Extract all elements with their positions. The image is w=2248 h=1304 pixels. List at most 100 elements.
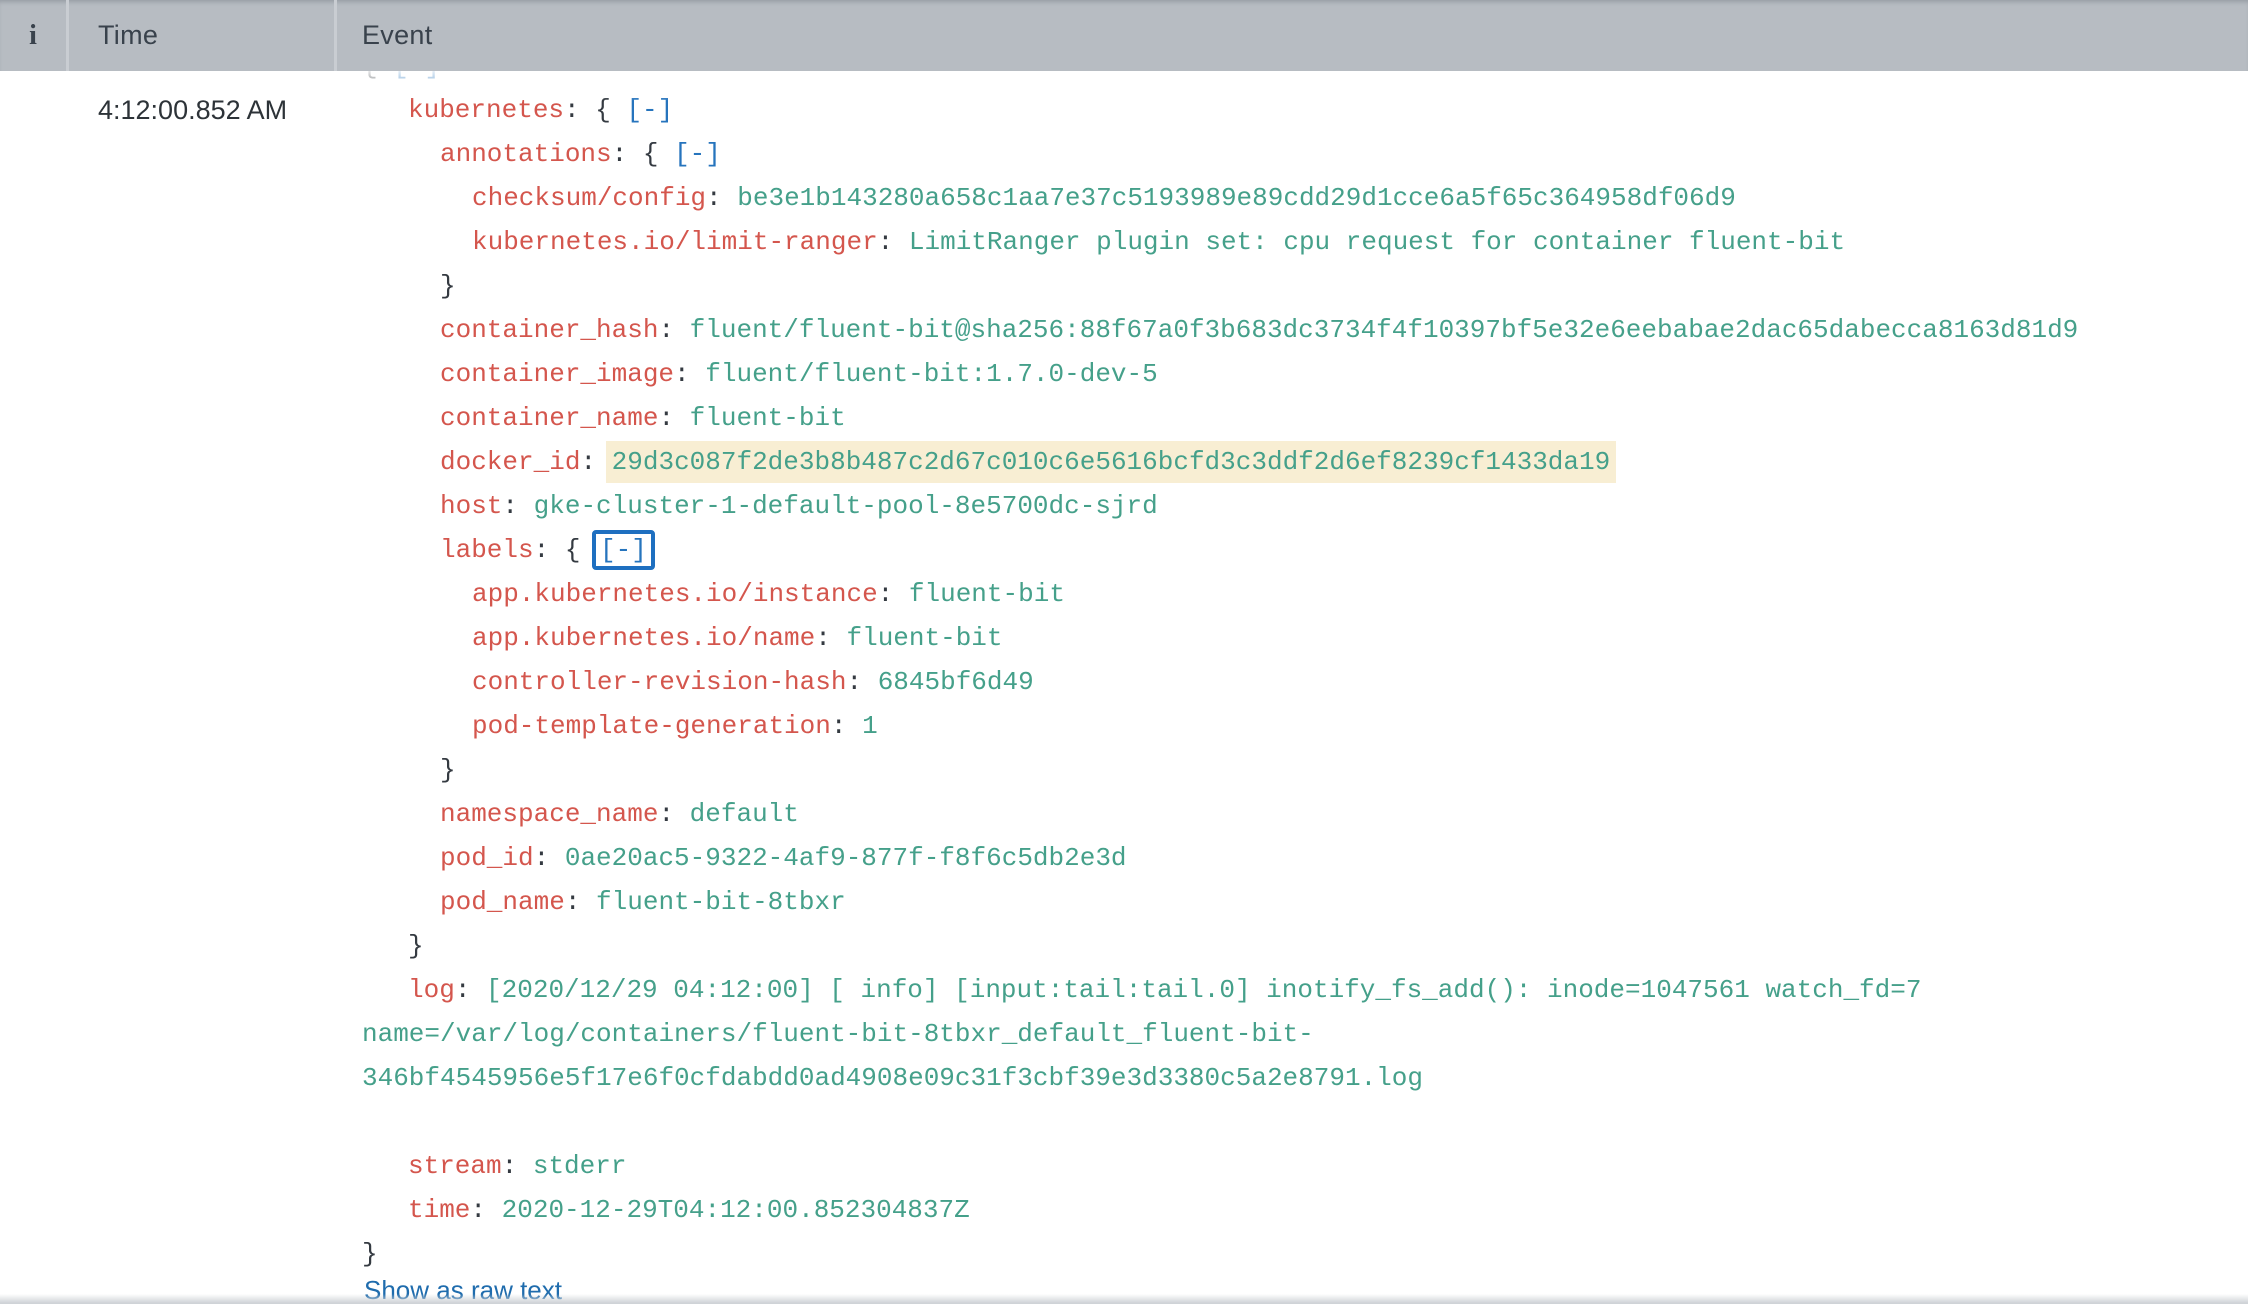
- json-key[interactable]: host: [440, 491, 502, 521]
- json-line: }: [0, 748, 2248, 792]
- json-key[interactable]: time: [408, 1195, 470, 1225]
- json-line: 346bf4545956e5f17e6f0cfdabdd0ad4908e09c3…: [0, 1056, 2248, 1100]
- json-value[interactable]: default: [690, 799, 799, 829]
- json-value[interactable]: stderr: [533, 1151, 627, 1181]
- json-key[interactable]: pod_id: [440, 843, 534, 873]
- json-punct: :: [815, 623, 846, 653]
- events-table-header: i Time Event: [0, 0, 2248, 71]
- json-key[interactable]: pod-template-generation: [472, 711, 831, 741]
- json-line: pod-template-generation: 1: [0, 704, 2248, 748]
- json-line: container_hash: fluent/fluent-bit@sha256…: [0, 308, 2248, 352]
- json-line: time: 2020-12-29T04:12:00.852304837Z: [0, 1188, 2248, 1232]
- json-key[interactable]: stream: [408, 1151, 502, 1181]
- json-line: container_image: fluent/fluent-bit:1.7.0…: [0, 352, 2248, 396]
- json-line: log: [2020/12/29 04:12:00] [ info] [inpu…: [0, 968, 2248, 1012]
- json-value[interactable]: LimitRanger plugin set: cpu request for …: [909, 227, 1845, 257]
- json-key[interactable]: kubernetes: [408, 95, 564, 125]
- json-value[interactable]: 2020-12-29T04:12:00.852304837Z: [502, 1195, 970, 1225]
- json-punct: :: [565, 887, 596, 917]
- json-value[interactable]: be3e1b143280a658c1aa7e37c5193989e89cdd29…: [737, 183, 1736, 213]
- json-punct: }: [408, 931, 424, 961]
- json-punct: :: [831, 711, 862, 741]
- json-line: container_name: fluent-bit: [0, 396, 2248, 440]
- json-punct: : {: [612, 139, 674, 169]
- json-line: [0, 1100, 2248, 1144]
- json-punct: :: [470, 1195, 501, 1225]
- json-value[interactable]: fluent/fluent-bit@sha256:88f67a0f3b683dc…: [690, 315, 2079, 345]
- json-key[interactable]: controller-revision-hash: [472, 667, 846, 697]
- json-punct: :: [658, 403, 689, 433]
- json-punct: :: [878, 227, 909, 257]
- json-tree: { [-]kubernetes: { [-]annotations: { [-]…: [0, 44, 2248, 1276]
- json-key[interactable]: labels: [440, 535, 534, 565]
- json-line: namespace_name: default: [0, 792, 2248, 836]
- json-line: annotations: { [-]: [0, 132, 2248, 176]
- json-key[interactable]: checksum/config: [472, 183, 706, 213]
- json-key[interactable]: kubernetes.io/limit-ranger: [472, 227, 878, 257]
- json-line: app.kubernetes.io/instance: fluent-bit: [0, 572, 2248, 616]
- json-line: kubernetes.io/limit-ranger: LimitRanger …: [0, 220, 2248, 264]
- row-bottom-border: [0, 1294, 2248, 1304]
- json-punct: :: [674, 359, 705, 389]
- json-line: labels: { [-]: [0, 528, 2248, 572]
- header-divider: [66, 0, 69, 71]
- json-value[interactable]: name=/var/log/containers/fluent-bit-8tbx…: [362, 1019, 1314, 1049]
- json-line: }: [0, 264, 2248, 308]
- header-divider: [334, 0, 337, 71]
- json-value[interactable]: 0ae20ac5-9322-4af9-877f-f8f6c5db2e3d: [565, 843, 1127, 873]
- json-value[interactable]: fluent-bit: [909, 579, 1065, 609]
- json-key[interactable]: container_hash: [440, 315, 658, 345]
- event-column-header: Event: [362, 0, 433, 71]
- collapse-toggle[interactable]: [-]: [600, 535, 647, 565]
- json-value[interactable]: fluent/fluent-bit:1.7.0-dev-5: [705, 359, 1157, 389]
- collapse-toggle[interactable]: [-]: [626, 95, 673, 125]
- json-key[interactable]: app.kubernetes.io/name: [472, 623, 815, 653]
- json-value[interactable]: fluent-bit-8tbxr: [596, 887, 846, 917]
- json-punct: :: [534, 843, 565, 873]
- json-key[interactable]: container_image: [440, 359, 674, 389]
- json-value[interactable]: fluent-bit: [846, 623, 1002, 653]
- json-punct: : {: [534, 535, 596, 565]
- json-punct: :: [502, 491, 533, 521]
- json-punct: :: [658, 315, 689, 345]
- json-punct: :: [502, 1151, 533, 1181]
- json-line: }: [0, 1232, 2248, 1276]
- json-line: controller-revision-hash: 6845bf6d49: [0, 660, 2248, 704]
- json-value[interactable]: fluent-bit: [690, 403, 846, 433]
- info-column-header: i: [0, 0, 66, 71]
- json-punct: }: [440, 755, 456, 785]
- json-line: checksum/config: be3e1b143280a658c1aa7e3…: [0, 176, 2248, 220]
- json-key[interactable]: namespace_name: [440, 799, 658, 829]
- collapse-toggle[interactable]: [-]: [674, 139, 721, 169]
- json-value[interactable]: 346bf4545956e5f17e6f0cfdabdd0ad4908e09c3…: [362, 1063, 1423, 1093]
- json-punct: }: [362, 1239, 378, 1269]
- info-icon: i: [29, 20, 37, 52]
- json-punct: :: [846, 667, 877, 697]
- time-column-header: Time: [98, 0, 158, 71]
- json-punct: :: [706, 183, 737, 213]
- json-key[interactable]: app.kubernetes.io/instance: [472, 579, 878, 609]
- json-key[interactable]: container_name: [440, 403, 658, 433]
- json-punct: :: [878, 579, 909, 609]
- json-key[interactable]: annotations: [440, 139, 612, 169]
- json-punct: : {: [564, 95, 626, 125]
- json-line: app.kubernetes.io/name: fluent-bit: [0, 616, 2248, 660]
- json-punct: :: [455, 975, 486, 1005]
- json-value-highlighted[interactable]: 29d3c087f2de3b8b487c2d67c010c6e5616bcfd3…: [606, 441, 1617, 483]
- json-line: stream: stderr: [0, 1144, 2248, 1188]
- json-value[interactable]: 1: [862, 711, 878, 741]
- json-key[interactable]: log: [408, 975, 455, 1005]
- focused-collapse-ring: [-]: [592, 530, 655, 570]
- json-punct: }: [440, 271, 456, 301]
- json-value[interactable]: [2020/12/29 04:12:00] [ info] [input:tai…: [486, 975, 1921, 1005]
- json-punct: :: [658, 799, 689, 829]
- json-value[interactable]: 6845bf6d49: [878, 667, 1034, 697]
- json-line: host: gke-cluster-1-default-pool-8e5700d…: [0, 484, 2248, 528]
- json-line: docker_id: 29d3c087f2de3b8b487c2d67c010c…: [0, 440, 2248, 484]
- json-value[interactable]: gke-cluster-1-default-pool-8e5700dc-sjrd: [534, 491, 1158, 521]
- json-key[interactable]: pod_name: [440, 887, 565, 917]
- json-line: pod_id: 0ae20ac5-9322-4af9-877f-f8f6c5db…: [0, 836, 2248, 880]
- json-line: pod_name: fluent-bit-8tbxr: [0, 880, 2248, 924]
- json-key[interactable]: docker_id: [440, 447, 580, 477]
- json-line: kubernetes: { [-]: [0, 88, 2248, 132]
